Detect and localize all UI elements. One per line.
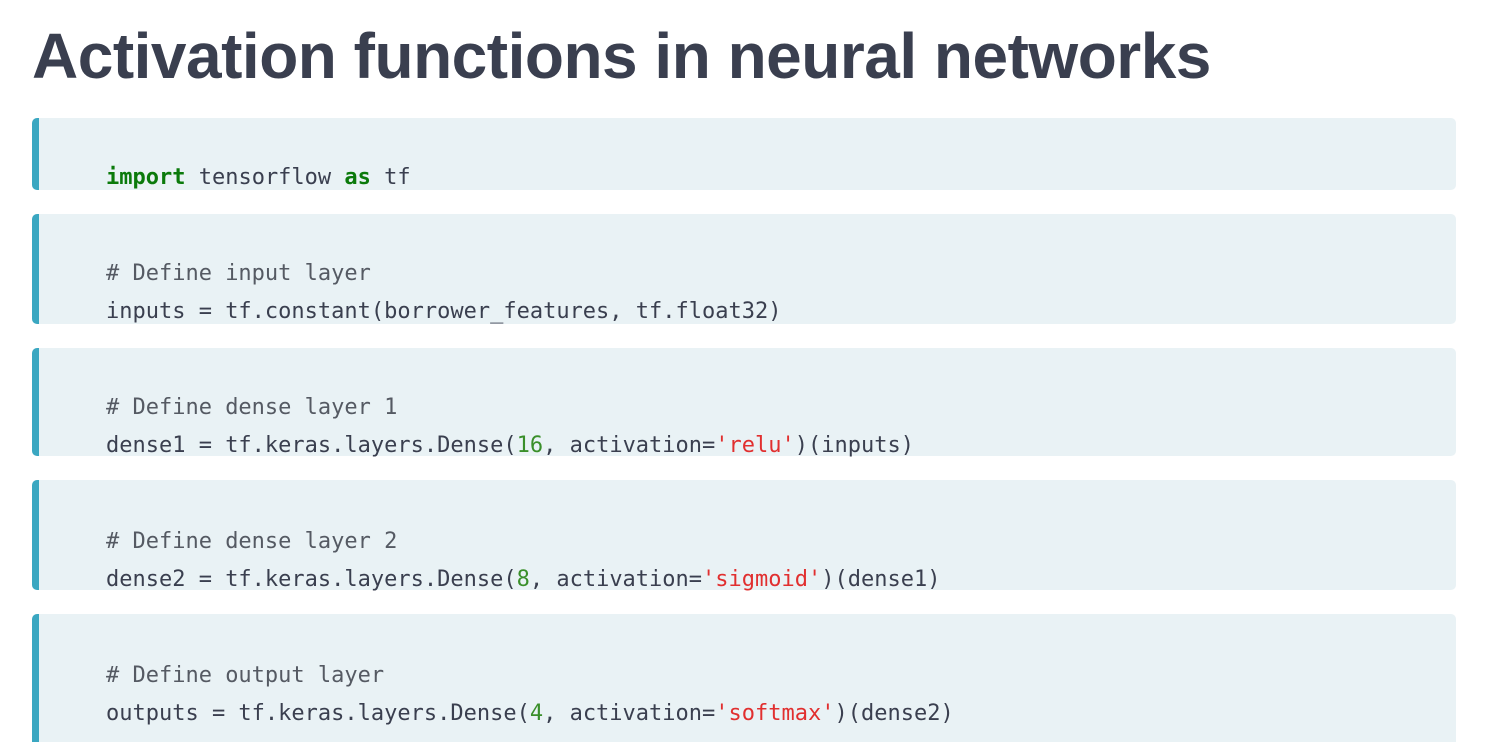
code-token: inputs = tf.constant(borrower_features, … <box>105 299 782 324</box>
string-token: 'softmax' <box>715 701 835 726</box>
number-token: 16 <box>516 433 544 458</box>
code-line: dense2 = tf.keras.layers.Dense(8, activa… <box>53 538 940 622</box>
code-block-dense-layer-1: # Define dense layer 1 dense1 = tf.keras… <box>32 348 1456 458</box>
code-token: , activation= <box>543 433 716 458</box>
code-block-dense-layer-2: # Define dense layer 2 dense2 = tf.keras… <box>32 480 1456 592</box>
code-token: , activation= <box>529 567 703 592</box>
number-token: 4 <box>529 701 544 726</box>
code-line: outputs = tf.keras.layers.Dense(4, activ… <box>53 672 954 756</box>
code-line: dense1 = tf.keras.layers.Dense(16, activ… <box>53 404 914 488</box>
code-token: , activation= <box>543 701 716 726</box>
code-token: )(inputs) <box>794 433 914 458</box>
code-token: )(dense1) <box>821 567 941 592</box>
code-token: dense1 = tf.keras.layers.Dense( <box>105 433 517 458</box>
code-token: )(dense2) <box>834 701 954 726</box>
keyword-token: as <box>344 165 371 190</box>
string-token: 'relu' <box>715 433 795 458</box>
code-token: tf <box>370 165 411 190</box>
string-token: 'sigmoid' <box>702 567 822 592</box>
code-token: outputs = tf.keras.layers.Dense( <box>105 701 530 726</box>
code-line: inputs = tf.constant(borrower_features, … <box>53 270 782 354</box>
code-token: dense2 = tf.keras.layers.Dense( <box>105 567 517 592</box>
keyword-token: import <box>105 165 186 190</box>
code-block-import: import tensorflow as tf <box>32 118 1456 190</box>
number-token: 8 <box>516 567 530 592</box>
code-block-output-layer: # Define output layer outputs = tf.keras… <box>32 614 1456 742</box>
page-title: Activation functions in neural networks <box>32 20 1211 92</box>
code-token: tensorflow <box>185 165 345 190</box>
code-block-input-layer: # Define input layer inputs = tf.constan… <box>32 214 1456 324</box>
code-line: import tensorflow as tf <box>53 136 411 220</box>
